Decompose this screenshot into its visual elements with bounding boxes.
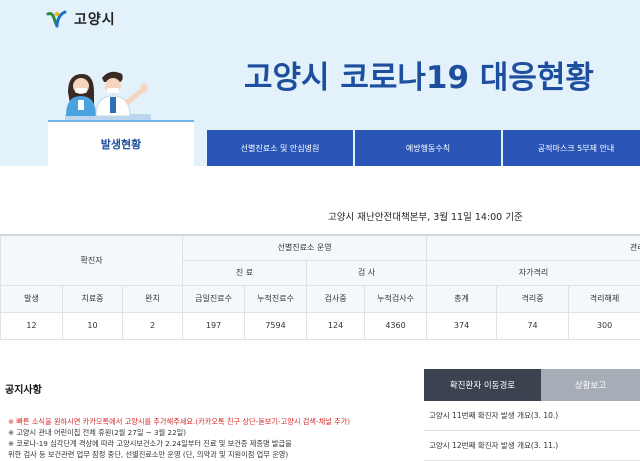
header-confirmed: 확진자 — [0, 234, 184, 286]
list-item[interactable]: 고양시 11번째 확진자 발생 개요(3. 10.) — [424, 401, 640, 431]
medical-staff-illustration — [65, 71, 151, 122]
status-timestamp: 고양시 재난안전대책본부, 3월 11일 14:00 기준 — [328, 212, 523, 223]
col-in-treatment: 치료중 — [62, 284, 123, 313]
main-tab-bar: 발생현황 선별진료소 및 안심병원 예방행동수칙 공적마스크 5부제 안내 — [48, 120, 640, 176]
col-recovered: 완치 — [121, 284, 184, 313]
value-isolating: 74 — [496, 311, 570, 340]
notice-item[interactable]: ※ 코로나-19 심각단계 격상에 따라 고양시보건소가 2.24일부터 진료 … — [8, 438, 408, 449]
list-item[interactable]: 고양시 12번째 확진자 발생 개요(3. 11.) — [424, 431, 640, 461]
header-test: 검 사 — [306, 259, 428, 286]
tab-outbreak-status[interactable]: 발생현황 — [48, 120, 194, 176]
value-isolation-released: 300 — [568, 311, 640, 340]
tab-patient-routes[interactable]: 확진환자 이동경로 — [424, 369, 541, 401]
value-in-treatment: 10 — [62, 311, 123, 340]
table-row: 12 10 2 197 7594 124 4360 374 74 300 — [0, 311, 640, 340]
side-tab-bar: 확진환자 이동경로 상황보고 — [424, 369, 640, 401]
goyang-logo-icon — [46, 10, 67, 28]
notice-list: ※ 빠른 소식을 원하시면 카카오톡에서 고양시를 추가해주세요.(카카오톡 친… — [8, 416, 408, 460]
logo-text: 고양시 — [74, 12, 116, 28]
value-isolation-total: 374 — [426, 311, 498, 340]
tab-screening-clinics[interactable]: 선별진료소 및 안심병원 — [207, 130, 353, 166]
covid-stats-table: 확진자 선별진료소 운영 관리대 진 료 검 사 자가격리 발생 치료중 완치 … — [0, 234, 640, 340]
header-screening: 선별진료소 운영 — [182, 234, 428, 261]
col-total-visits: 누적진료수 — [244, 284, 308, 313]
value-recovered: 2 — [121, 311, 184, 340]
col-isolating: 격리중 — [496, 284, 570, 313]
value-total-tests: 4360 — [364, 311, 428, 340]
page-title: 고양시 코로나19 대응현황 — [244, 60, 594, 96]
col-testing: 검사중 — [306, 284, 366, 313]
col-isolation-total: 총계 — [426, 284, 498, 313]
tab-public-mask[interactable]: 공적마스크 5부제 안내 — [503, 130, 640, 166]
col-outbreak: 발생 — [0, 284, 63, 313]
value-testing: 124 — [306, 311, 366, 340]
notice-title: 공지사항 — [5, 385, 42, 396]
header-isolation: 자가격리 — [426, 259, 640, 286]
col-today-visits: 금일진료수 — [182, 284, 246, 313]
col-isolation-released: 격리해제 — [568, 284, 640, 313]
header-treatment: 진 료 — [182, 259, 308, 286]
value-outbreak: 12 — [0, 311, 63, 340]
header-management: 관리대 — [426, 234, 640, 261]
notice-item[interactable]: ※ 고양시 관내 어린이집 전체 휴원(2월 27일 ~ 3월 22일) — [8, 427, 408, 438]
notice-item[interactable]: 위한 검사 등 보건관련 업무 잠정 중단, 선별진료소만 운영 (단, 의약과… — [8, 449, 408, 460]
notice-highlight-link[interactable]: ※ 빠른 소식을 원하시면 카카오톡에서 고양시를 추가해주세요.(카카오톡 친… — [8, 416, 408, 427]
col-total-tests: 누적검사수 — [364, 284, 428, 313]
site-logo[interactable]: 고양시 — [46, 9, 116, 29]
value-total-visits: 7594 — [244, 311, 308, 340]
tab-situation-report[interactable]: 상황보고 — [541, 369, 640, 401]
patient-route-list: 고양시 11번째 확진자 발생 개요(3. 10.) 고양시 12번째 확진자 … — [424, 401, 640, 461]
value-today-visits: 197 — [182, 311, 246, 340]
tab-prevention-rules[interactable]: 예방행동수칙 — [355, 130, 501, 166]
